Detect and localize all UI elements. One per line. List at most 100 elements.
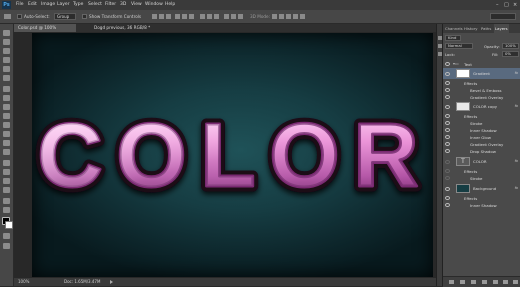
layer-effects[interactable]: Effects (443, 168, 520, 175)
tab-paths[interactable]: Paths (480, 24, 492, 33)
3d-drag-icon[interactable] (286, 14, 291, 19)
distribute-icon[interactable] (231, 14, 236, 19)
layer-group-text[interactable]: ▾▭ Text (443, 61, 520, 68)
layer-gradient[interactable]: Gradient fx (443, 68, 520, 79)
fx-icon[interactable]: fx (515, 159, 518, 163)
menu-type[interactable]: Type (73, 0, 83, 10)
visibility-eye-icon[interactable] (445, 62, 450, 66)
delete-layer-icon[interactable] (513, 280, 518, 284)
pen-tool-icon[interactable] (3, 160, 10, 166)
adjustment-layer-icon[interactable] (482, 280, 487, 284)
eyedropper-tool-icon[interactable] (3, 75, 10, 81)
marquee-tool-icon[interactable] (3, 39, 10, 45)
menu-help[interactable]: Help (165, 0, 175, 10)
visibility-eye-icon[interactable] (445, 135, 450, 139)
visibility-eye-icon[interactable] (445, 114, 450, 118)
menu-filter[interactable]: Filter (105, 0, 116, 10)
tab-layers[interactable]: Layers (494, 24, 509, 33)
menu-layer[interactable]: Layer (57, 0, 70, 10)
tab-channels[interactable]: Channels (444, 24, 464, 33)
move-tool-icon[interactable] (4, 14, 11, 19)
fill-input[interactable]: 0% (502, 51, 519, 57)
distribute-icon[interactable] (200, 14, 205, 19)
3d-slide-icon[interactable] (293, 14, 298, 19)
distribute-icon[interactable] (214, 14, 219, 19)
visibility-eye-icon[interactable] (445, 203, 450, 207)
brush-tool-icon[interactable] (3, 95, 10, 101)
layer-effect-item[interactable]: Bevel & Emboss (443, 87, 520, 94)
visibility-eye-icon[interactable] (445, 169, 450, 173)
new-group-icon[interactable] (493, 280, 498, 284)
menu-edit[interactable]: Edit (28, 0, 37, 10)
visibility-eye-icon[interactable] (445, 104, 450, 109)
add-style-icon[interactable] (460, 280, 465, 284)
gradient-tool-icon[interactable] (3, 131, 10, 137)
align-left-icon[interactable] (175, 14, 180, 19)
layer-color[interactable]: T COLOR fx (443, 156, 520, 167)
healing-tool-icon[interactable] (3, 86, 10, 92)
layer-effect-item[interactable]: Stroke (443, 120, 520, 127)
fx-icon[interactable]: fx (515, 71, 518, 75)
3d-scale-icon[interactable] (300, 14, 305, 19)
workspace-switcher[interactable] (490, 13, 516, 20)
menu-view[interactable]: View (131, 0, 142, 10)
tab-color-psd[interactable]: Color.psd @ 100% (Gradient... (14, 24, 76, 38)
align-right-icon[interactable] (189, 14, 194, 19)
transform-controls-checkbox[interactable] (82, 14, 87, 19)
visibility-eye-icon[interactable] (445, 128, 450, 132)
menu-image[interactable]: Image (41, 0, 55, 10)
menu-select[interactable]: Select (88, 0, 102, 10)
layer-color-copy[interactable]: COLOR copy fx (443, 101, 520, 112)
type-tool-icon[interactable] (3, 169, 10, 175)
blend-mode-dropdown[interactable]: Normal (445, 43, 473, 49)
quick-select-tool-icon[interactable] (3, 57, 10, 63)
minimize-button[interactable]: – (496, 0, 499, 10)
distribute-icon[interactable] (238, 14, 243, 19)
visibility-eye-icon[interactable] (445, 121, 450, 125)
crop-tool-icon[interactable] (3, 66, 10, 72)
visibility-eye-icon[interactable] (445, 71, 450, 76)
layer-effect-item[interactable]: Inner Shadow (443, 202, 520, 209)
new-layer-icon[interactable] (503, 280, 508, 284)
fx-icon[interactable]: fx (515, 186, 518, 190)
history-brush-tool-icon[interactable] (3, 113, 10, 119)
visibility-eye-icon[interactable] (445, 176, 450, 180)
layer-effects[interactable]: Effects (443, 195, 520, 202)
distribute-icon[interactable] (207, 14, 212, 19)
align-center-icon[interactable] (182, 14, 187, 19)
close-button[interactable]: × (513, 0, 517, 10)
visibility-eye-icon[interactable] (445, 95, 450, 99)
layer-effect-item[interactable]: Inner Shadow (443, 127, 520, 134)
layer-effect-item[interactable]: Gradient Overlay (443, 94, 520, 101)
blur-tool-icon[interactable] (3, 140, 10, 146)
tab-history[interactable]: History (463, 24, 479, 33)
link-layers-icon[interactable] (449, 280, 454, 284)
3d-rotate-icon[interactable] (272, 14, 277, 19)
fx-icon[interactable]: fx (515, 104, 518, 108)
maximize-button[interactable]: □ (504, 0, 509, 10)
lasso-tool-icon[interactable] (3, 48, 10, 54)
auto-select-dropdown[interactable]: Group (54, 13, 76, 20)
opacity-input[interactable]: 100% (502, 43, 519, 49)
layer-effects[interactable]: Effects (443, 80, 520, 87)
path-select-tool-icon[interactable] (3, 178, 10, 184)
menu-file[interactable]: File (16, 0, 24, 10)
align-bottom-icon[interactable] (166, 14, 171, 19)
zoom-tool-icon[interactable] (3, 207, 10, 213)
3d-roll-icon[interactable] (279, 14, 284, 19)
visibility-eye-icon[interactable] (445, 159, 450, 164)
stamp-tool-icon[interactable] (3, 104, 10, 110)
quick-mask-icon[interactable] (3, 233, 10, 239)
layer-effects[interactable]: Effects (443, 113, 520, 120)
visibility-eye-icon[interactable] (445, 142, 450, 146)
layer-effect-item[interactable]: Stroke (443, 175, 520, 182)
visibility-eye-icon[interactable] (445, 149, 450, 153)
background-color-swatch[interactable] (5, 221, 13, 229)
kind-filter-dropdown[interactable]: Kind (445, 35, 461, 41)
visibility-eye-icon[interactable] (445, 196, 450, 200)
align-top-icon[interactable] (152, 14, 157, 19)
layer-effect-item[interactable]: Gradient Overlay (443, 141, 520, 148)
layer-effect-item[interactable]: Inner Glow (443, 134, 520, 141)
tab-dogd[interactable]: Dogd previous, 36 RGB/8 * (90, 24, 156, 32)
zoom-level[interactable]: 100% (18, 278, 29, 286)
